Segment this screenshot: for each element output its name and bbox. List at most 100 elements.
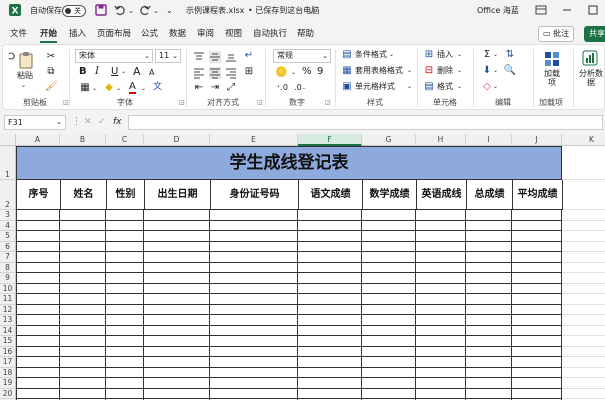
table-cell[interactable]	[512, 357, 562, 368]
cell-style-dropdown-icon[interactable]: ⌄	[407, 82, 412, 92]
tab-home[interactable]: 开始	[40, 28, 58, 43]
table-cell[interactable]	[210, 367, 298, 378]
table-cell[interactable]	[466, 388, 512, 399]
align-top-icon[interactable]	[193, 51, 205, 63]
fill-color-icon[interactable]: ◆	[103, 82, 115, 94]
formula-input[interactable]	[128, 115, 603, 130]
font-size-combo[interactable]: 11 ⌄	[155, 49, 181, 63]
table-cell[interactable]	[466, 294, 512, 305]
row-header-3[interactable]: 3	[0, 210, 16, 221]
enter-icon[interactable]: ✓	[98, 115, 106, 129]
table-cell[interactable]	[106, 210, 144, 221]
grow-font-button[interactable]: A	[133, 66, 141, 77]
table-cell[interactable]	[60, 283, 106, 294]
align-right-icon[interactable]	[225, 67, 237, 79]
table-cell[interactable]	[144, 231, 210, 242]
column-header-f[interactable]: F	[298, 134, 362, 146]
row-header-15[interactable]: 15	[0, 336, 16, 347]
table-cell[interactable]	[16, 304, 60, 315]
spreadsheet-grid[interactable]: ABCDEFGHIJK 1 2 3 4 5 6 7 8 9 10 11 12 13 14 15 16 17 18 1…	[0, 134, 605, 400]
table-cell[interactable]	[416, 262, 466, 273]
table-cell[interactable]	[416, 231, 466, 242]
table-cell[interactable]	[210, 325, 298, 336]
row-header-13[interactable]: 13	[0, 315, 16, 326]
align-center-icon[interactable]	[209, 67, 221, 79]
paste-label[interactable]: 粘贴	[17, 71, 33, 81]
table-cell[interactable]	[144, 336, 210, 347]
table-cell[interactable]	[362, 273, 416, 284]
minimize-icon[interactable]	[560, 3, 574, 17]
redo-icon[interactable]	[138, 3, 152, 17]
increase-indent-icon[interactable]: ⇥	[209, 82, 221, 94]
ribbon-undo-icon[interactable]	[6, 50, 16, 62]
table-cell[interactable]	[512, 262, 562, 273]
table-cell[interactable]	[210, 252, 298, 263]
table-cell[interactable]	[416, 210, 466, 221]
table-cell[interactable]	[60, 241, 106, 252]
table-cell[interactable]	[362, 378, 416, 389]
table-cell[interactable]	[416, 357, 466, 368]
table-cell[interactable]	[210, 336, 298, 347]
table-cell[interactable]	[466, 262, 512, 273]
table-cell[interactable]	[106, 367, 144, 378]
column-header-g[interactable]: G	[362, 134, 416, 146]
table-cell[interactable]	[362, 294, 416, 305]
table-cell[interactable]	[512, 294, 562, 305]
table-cell[interactable]	[512, 367, 562, 378]
column-header-c[interactable]: C	[106, 134, 144, 146]
table-cell[interactable]	[362, 315, 416, 326]
find-select-icon[interactable]: 🔍	[503, 65, 517, 77]
table-cell[interactable]	[416, 378, 466, 389]
column-title-cell[interactable]: 平均成绩	[512, 180, 563, 210]
table-cell[interactable]	[362, 367, 416, 378]
row-header-4[interactable]: 4	[0, 220, 16, 231]
row-header-14[interactable]: 14	[0, 325, 16, 336]
table-cell[interactable]	[512, 241, 562, 252]
analyze-data-icon[interactable]	[581, 49, 599, 67]
table-cell[interactable]	[416, 241, 466, 252]
row-header-9[interactable]: 9	[0, 273, 16, 284]
table-cell[interactable]	[416, 294, 466, 305]
table-cell[interactable]	[106, 357, 144, 368]
increase-decimal-icon[interactable]: ⁺.0	[275, 82, 289, 94]
table-cell[interactable]	[144, 346, 210, 357]
delete-cells-button[interactable]: 删除	[437, 66, 453, 76]
quick-access-more-icon[interactable]: ⌄	[166, 4, 173, 18]
table-cell[interactable]	[298, 325, 362, 336]
table-cell[interactable]	[362, 210, 416, 221]
table-cell[interactable]	[16, 367, 60, 378]
table-cell[interactable]	[210, 378, 298, 389]
percent-button[interactable]: %	[302, 67, 312, 77]
row-header-5[interactable]: 5	[0, 231, 16, 242]
table-cell[interactable]	[60, 336, 106, 347]
orientation-icon[interactable]: ⤢	[225, 82, 237, 94]
wrap-text-icon[interactable]: ↵	[243, 50, 255, 62]
column-title-cell[interactable]: 语文成绩	[298, 180, 363, 210]
row-header-6[interactable]: 6	[0, 241, 16, 252]
table-cell[interactable]	[210, 388, 298, 399]
table-cell[interactable]	[210, 283, 298, 294]
number-format-combo[interactable]: 常规 ⌄	[273, 49, 331, 63]
tab-help[interactable]: 帮助	[297, 28, 314, 40]
table-cell[interactable]	[362, 220, 416, 231]
table-cell[interactable]	[466, 325, 512, 336]
table-cell[interactable]	[416, 315, 466, 326]
table-cell[interactable]	[512, 325, 562, 336]
table-cell[interactable]	[210, 294, 298, 305]
shrink-font-button[interactable]: A	[149, 68, 154, 78]
table-cell[interactable]	[16, 336, 60, 347]
table-cell[interactable]	[362, 283, 416, 294]
table-format-dropdown-icon[interactable]: ⌄	[407, 66, 412, 76]
table-cell[interactable]	[298, 294, 362, 305]
user-name[interactable]: Office 海蓝	[477, 4, 519, 18]
save-icon[interactable]	[94, 3, 108, 17]
table-cell[interactable]	[106, 252, 144, 263]
font-color-dropdown-icon[interactable]: ⌄	[141, 84, 146, 94]
tab-review[interactable]: 审阅	[197, 28, 214, 40]
table-cell[interactable]	[60, 304, 106, 315]
table-cell[interactable]	[210, 273, 298, 284]
table-cell[interactable]	[144, 315, 210, 326]
sheet-title-cell[interactable]: 学生成线登记表	[16, 146, 562, 180]
table-cell[interactable]	[16, 231, 60, 242]
cancel-icon[interactable]: ✕	[84, 115, 92, 129]
